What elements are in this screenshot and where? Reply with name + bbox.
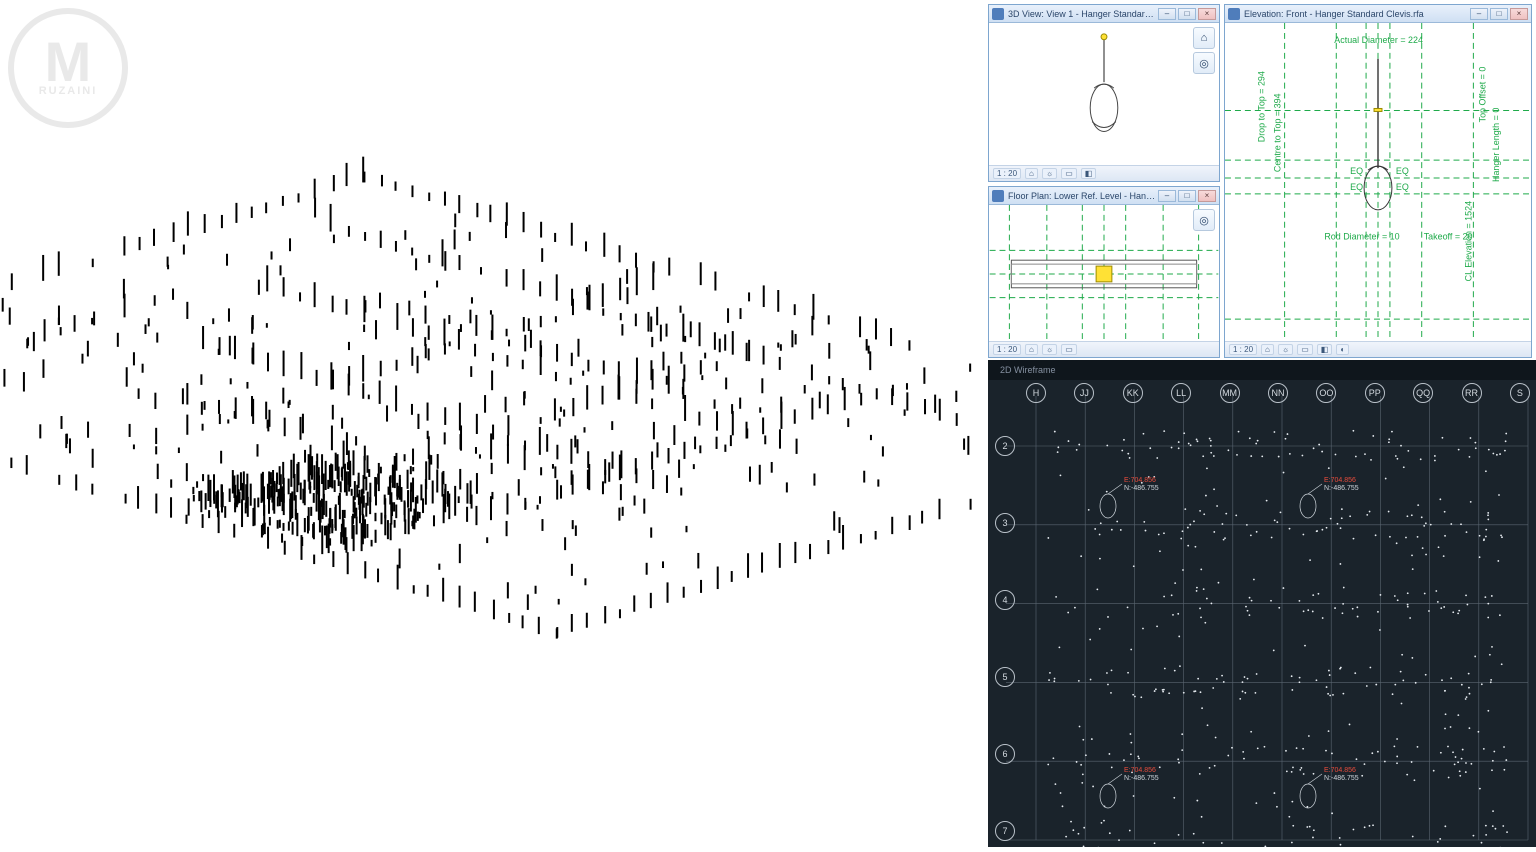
grid-bubble-col: RR xyxy=(1462,383,1482,403)
dim-top-offset: Top Offset = 0 xyxy=(1477,67,1487,123)
svg-text:N:-486.755: N:-486.755 xyxy=(1124,775,1159,782)
status-chip[interactable]: ◧ xyxy=(1081,168,1097,179)
revit-icon xyxy=(1228,8,1240,20)
status-chip[interactable]: ▭ xyxy=(1061,168,1077,179)
grid-bubble-col: H xyxy=(1026,383,1046,403)
visual-style-label: 2D Wireframe xyxy=(1000,365,1056,375)
autocad-plan-view[interactable]: 2D Wireframe H JJ KK LL MM NN OO PP QQ RR S 2 3 4 5 6 7… xyxy=(988,360,1536,847)
close-button[interactable]: × xyxy=(1510,8,1528,20)
grid-bubble-row: 6 xyxy=(995,744,1015,764)
view-statusbar: 1 : 20 ⌂ ☼ ▭ ◧ xyxy=(989,165,1219,181)
grid-bubble-col: QQ xyxy=(1413,383,1433,403)
svg-text:E:704.856: E:704.856 xyxy=(1124,477,1156,484)
minimize-button[interactable]: ‒ xyxy=(1470,8,1488,20)
view-scale[interactable]: 1 : 20 xyxy=(993,168,1021,179)
mini-window-titlebar[interactable]: 3D View: View 1 - Hanger Standard Clevis… xyxy=(989,5,1219,23)
grid-bubble-row: 3 xyxy=(995,513,1015,533)
row-grid-bubbles: 2 3 4 5 6 7 xyxy=(992,436,1018,841)
grid-bubble-col: KK xyxy=(1123,383,1143,403)
mini-window-3d-view[interactable]: 3D View: View 1 - Hanger Standard Clevis… xyxy=(988,4,1220,182)
grid-bubble-row: 4 xyxy=(995,590,1015,610)
isometric-3d-view[interactable] xyxy=(0,0,986,847)
watermark-monogram: M xyxy=(45,39,92,85)
cad-svg: E:704.856N:-486.755E:704.856N:-486.755E:… xyxy=(988,380,1536,847)
grid-bubble-col: MM xyxy=(1220,383,1240,403)
mini-window-title: 3D View: View 1 - Hanger Standard Clevis… xyxy=(1008,9,1156,19)
grid-bubble-col: S xyxy=(1510,383,1530,403)
dim-hanger-length: Hanger Length = 0 xyxy=(1491,108,1501,182)
view-control-stack: ⌂ ◎ xyxy=(1193,27,1215,74)
status-chip[interactable]: ☼ xyxy=(1042,168,1057,179)
isometric-svg xyxy=(0,0,986,847)
grid-bubble-row: 2 xyxy=(995,436,1015,456)
cad-topbar: 2D Wireframe xyxy=(988,360,1536,380)
status-chip[interactable]: ▭ xyxy=(1061,344,1077,355)
svg-text:N:-486.755: N:-486.755 xyxy=(1324,775,1359,782)
status-chip[interactable]: ⌂ xyxy=(1025,344,1038,355)
steering-wheel-button[interactable]: ◎ xyxy=(1193,52,1215,74)
mini-window-canvas[interactable]: EQ EQ EQ EQ Actual Diameter = 224 Drop t… xyxy=(1225,23,1531,341)
status-chip[interactable]: ☼ xyxy=(1042,344,1057,355)
view-scale[interactable]: 1 : 20 xyxy=(1229,344,1257,355)
minimize-button[interactable]: ‒ xyxy=(1158,8,1176,20)
status-chip[interactable]: ▭ xyxy=(1297,344,1313,355)
view-statusbar: 1 : 20 ⌂ ☼ ▭ ◧ ◐ xyxy=(1225,341,1531,357)
svg-text:N:-486.755: N:-486.755 xyxy=(1124,485,1159,492)
minimize-button[interactable]: ‒ xyxy=(1158,190,1176,202)
steering-wheel-button[interactable]: ◎ xyxy=(1193,209,1215,231)
svg-text:EQ: EQ xyxy=(1350,166,1363,176)
mini-window-canvas[interactable]: ⌂ ◎ xyxy=(989,23,1219,165)
svg-text:EQ: EQ xyxy=(1350,182,1363,192)
dim-actual-diameter: Actual Diameter = 224 xyxy=(1334,35,1423,45)
svg-text:E:704.856: E:704.856 xyxy=(1324,767,1356,774)
svg-text:E:704.856: E:704.856 xyxy=(1124,767,1156,774)
dim-takeoff: Takeoff = 20 xyxy=(1424,232,1473,242)
grid-bubble-col: OO xyxy=(1316,383,1336,403)
close-button[interactable]: × xyxy=(1198,190,1216,202)
family-views-strip: 3D View: View 1 - Hanger Standard Clevis… xyxy=(988,4,1532,358)
mini-window-titlebar[interactable]: Floor Plan: Lower Ref. Level - Hanger St… xyxy=(989,187,1219,205)
view-scale[interactable]: 1 : 20 xyxy=(993,344,1021,355)
column-grid-bubbles: H JJ KK LL MM NN OO PP QQ RR S xyxy=(1026,380,1530,406)
mini-window-plan-view[interactable]: Floor Plan: Lower Ref. Level - Hanger St… xyxy=(988,186,1220,358)
grid-bubble-col: PP xyxy=(1365,383,1385,403)
watermark-logo: M RUZAINI xyxy=(8,8,128,128)
revit-icon xyxy=(992,190,1004,202)
status-chip[interactable]: ☼ xyxy=(1278,344,1293,355)
svg-text:EQ: EQ xyxy=(1396,182,1409,192)
status-chip[interactable]: ⌂ xyxy=(1025,168,1038,179)
grid-bubble-col: JJ xyxy=(1074,383,1094,403)
grid-bubble-row: 5 xyxy=(995,667,1015,687)
viewcube-home-button[interactable]: ⌂ xyxy=(1193,27,1215,49)
view-statusbar: 1 : 20 ⌂ ☼ ▭ xyxy=(989,341,1219,357)
mini-window-title: Floor Plan: Lower Ref. Level - Hanger St… xyxy=(1008,191,1156,201)
cad-canvas[interactable]: HJJKKLLMMNNOOPPQQRRS 234567 E:704.856N:-… xyxy=(988,380,1536,847)
svg-text:N:-486.755: N:-486.755 xyxy=(1324,485,1359,492)
svg-text:EQ: EQ xyxy=(1396,166,1409,176)
status-chip[interactable]: ⌂ xyxy=(1261,344,1274,355)
close-button[interactable]: × xyxy=(1198,8,1216,20)
revit-icon xyxy=(992,8,1004,20)
status-chip[interactable]: ◧ xyxy=(1317,344,1333,355)
maximize-button[interactable]: □ xyxy=(1490,8,1508,20)
status-chip[interactable]: ◐ xyxy=(1336,344,1349,355)
watermark-name: RUZAINI xyxy=(39,85,98,97)
dim-rod-diameter: Rod Diameter = 10 xyxy=(1324,232,1399,242)
grid-bubble-col: LL xyxy=(1171,383,1191,403)
maximize-button[interactable]: □ xyxy=(1178,8,1196,20)
dim-centre-to-top: Centre to Top = 394 xyxy=(1273,93,1283,172)
view-control-stack: ◎ xyxy=(1193,209,1215,231)
dim-drop-to-top: Drop to Top = 294 xyxy=(1257,71,1267,142)
mini-window-title: Elevation: Front - Hanger Standard Clevi… xyxy=(1244,9,1468,19)
mini-window-titlebar[interactable]: Elevation: Front - Hanger Standard Clevi… xyxy=(1225,5,1531,23)
grid-bubble-col: NN xyxy=(1268,383,1288,403)
mini-window-elevation-view[interactable]: Elevation: Front - Hanger Standard Clevi… xyxy=(1224,4,1532,358)
grid-bubble-row: 7 xyxy=(995,821,1015,841)
maximize-button[interactable]: □ xyxy=(1178,190,1196,202)
svg-text:E:704.856: E:704.856 xyxy=(1324,477,1356,484)
mini-window-canvas[interactable]: ◎ xyxy=(989,205,1219,341)
